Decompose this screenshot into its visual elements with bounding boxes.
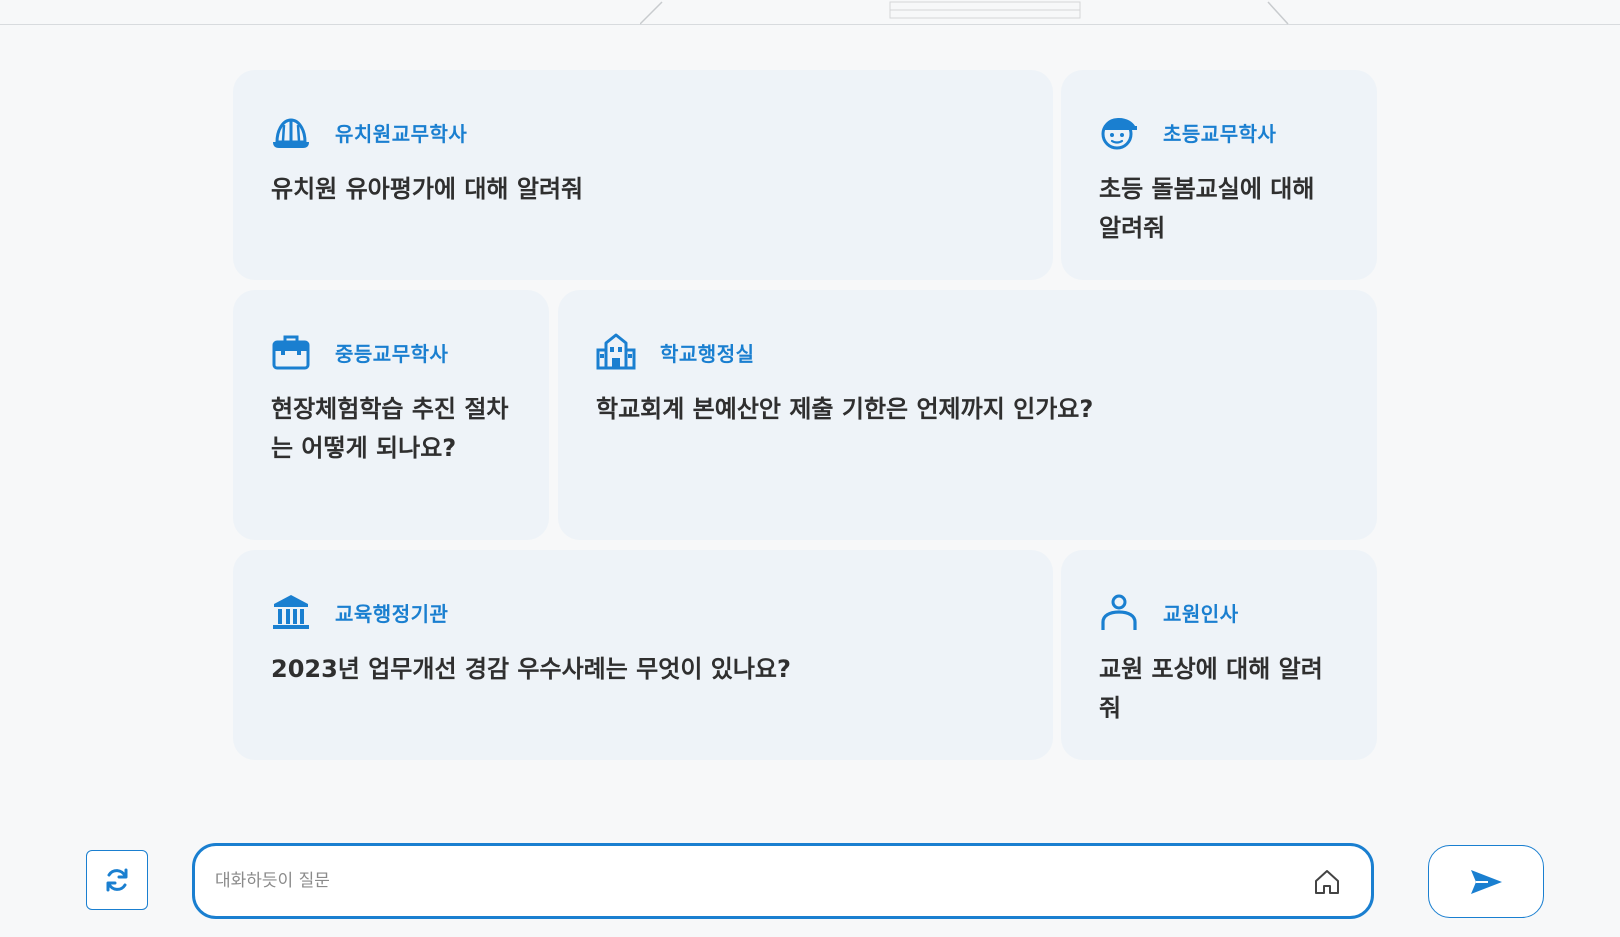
send-button[interactable] xyxy=(1428,845,1544,918)
suggestion-card-secondary[interactable]: 중등교무학사 현장체험학습 추진 절차는 어떻게 되나요? xyxy=(233,290,549,540)
chat-input[interactable] xyxy=(213,860,1277,902)
card-category: 초등교무학사 xyxy=(1163,121,1277,146)
card-category: 중등교무학사 xyxy=(335,341,449,366)
suggestion-card-education-office[interactable]: 교육행정기관 2023년 업무개선 경감 우수사례는 무엇이 있나요? xyxy=(233,550,1053,760)
card-question: 2023년 업무개선 경감 우수사례는 무엇이 있나요? xyxy=(271,655,791,683)
card-category: 학교행정실 xyxy=(660,341,755,366)
refresh-button[interactable] xyxy=(86,850,148,910)
suggestion-card-teacher-personnel[interactable]: 교원인사 교원 포상에 대해 알려줘 xyxy=(1061,550,1377,760)
card-question: 초등 돌봄교실에 대해 알려줘 xyxy=(1099,175,1315,242)
student-cap-icon xyxy=(1099,112,1139,152)
suggestion-card-school-admin[interactable]: 학교행정실 학교회계 본예산안 제출 기한은 언제까지 인가요? xyxy=(558,290,1377,540)
card-category: 유치원교무학사 xyxy=(335,121,468,146)
card-question: 유치원 유아평가에 대해 알려줘 xyxy=(271,175,584,203)
suggestion-card-elementary[interactable]: 초등교무학사 초등 돌봄교실에 대해 알려줘 xyxy=(1061,70,1377,280)
card-question: 현장체험학습 추진 절차는 어떻게 되나요? xyxy=(271,395,509,462)
suggestion-card-kindergarten[interactable]: 유치원교무학사 유치원 유아평가에 대해 알려줘 xyxy=(233,70,1053,280)
card-question: 교원 포상에 대해 알려줘 xyxy=(1099,655,1323,722)
refresh-icon xyxy=(106,868,128,892)
school-building-icon xyxy=(596,332,636,372)
card-category: 교육행정기관 xyxy=(335,601,449,626)
home-button[interactable] xyxy=(1311,866,1343,898)
government-building-icon xyxy=(271,592,311,632)
chat-input-container xyxy=(192,843,1374,919)
card-category: 교원인사 xyxy=(1163,601,1239,626)
card-question: 학교회계 본예산안 제출 기한은 언제까지 인가요? xyxy=(596,395,1094,423)
send-icon xyxy=(1471,869,1502,894)
person-icon xyxy=(1099,592,1139,632)
hard-hat-icon xyxy=(271,112,311,152)
briefcase-icon xyxy=(271,332,311,372)
home-icon xyxy=(1315,870,1339,894)
header-decoration-icon xyxy=(640,1,1289,25)
